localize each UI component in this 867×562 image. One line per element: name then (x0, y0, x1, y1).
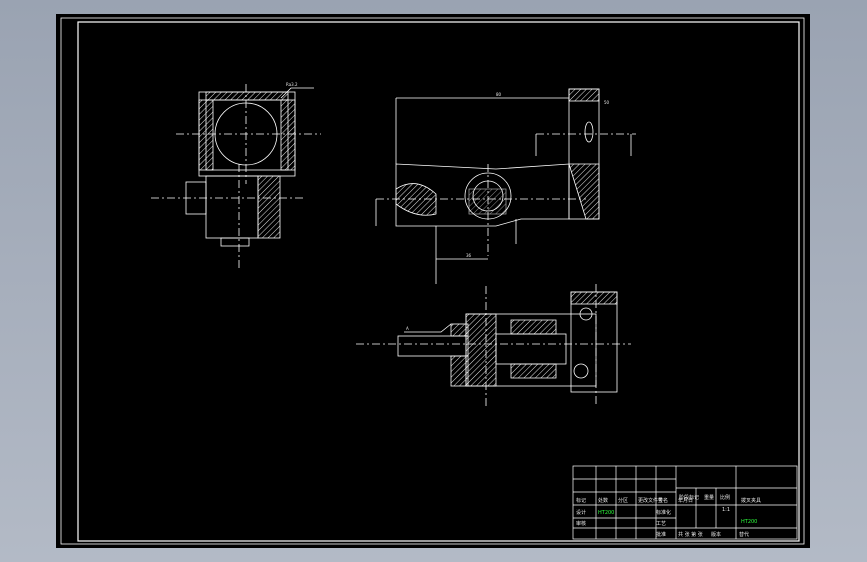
tb-check: 审核 (576, 520, 586, 527)
roughness-label: Ra3.2 (286, 82, 298, 87)
tb-header-count: 处数 (598, 497, 608, 504)
front-view (375, 88, 636, 284)
cad-viewport: Ra3.2 80 50 36 A 标记 处数 分区 更改文件号 签名 年月日 设… (0, 0, 867, 562)
tb-standard: 标准化 (656, 509, 671, 516)
tb-replace: 替代 (739, 531, 749, 538)
outer-frame (60, 17, 805, 545)
side-view (151, 84, 321, 269)
tb-header-zone: 分区 (618, 497, 628, 504)
section-label: A (406, 326, 409, 331)
tb-process: 工艺 (656, 521, 666, 527)
tb-designer: 设计 (576, 509, 586, 516)
tb-sheet: 共 张 第 张 (678, 531, 703, 538)
front-width-dim: 80 (496, 92, 502, 97)
front-height-dim: 50 (604, 100, 610, 105)
top-section-view (356, 284, 631, 409)
tb-stage: 阶段标记 (679, 494, 699, 501)
inner-frame (77, 21, 800, 542)
tb-scale: 1:1 (722, 507, 730, 513)
tb-weight: 重量 (704, 494, 714, 501)
tb-material-right: HT200 (741, 519, 757, 525)
bottom-dim: 36 (466, 253, 472, 258)
technical-drawing: Ra3.2 80 50 36 A 标记 处数 分区 更改文件号 签名 年月日 设… (60, 17, 805, 545)
tb-header-sign: 签名 (658, 497, 668, 504)
tb-material: HT200 (598, 510, 614, 516)
tb-header-mark: 标记 (576, 497, 586, 504)
tb-version: 版本 (711, 531, 721, 538)
drawing-sheet[interactable]: Ra3.2 80 50 36 A 标记 处数 分区 更改文件号 签名 年月日 设… (56, 14, 810, 548)
tb-part-name: 拨叉夹具 (741, 497, 761, 504)
tb-scale-label: 比例 (720, 494, 730, 501)
tb-approve: 批准 (656, 531, 666, 538)
